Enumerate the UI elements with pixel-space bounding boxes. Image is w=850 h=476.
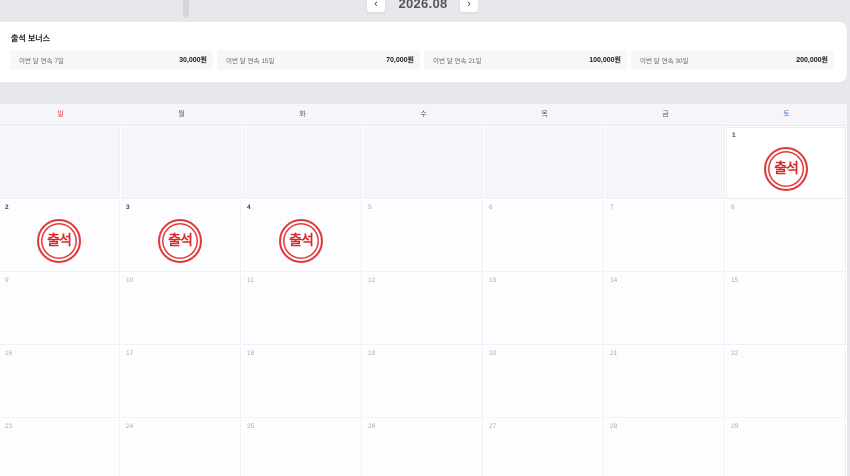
calendar-day-cell: 16: [0, 346, 120, 418]
calendar-empty-cell: [121, 127, 241, 199]
day-number: 14: [610, 277, 618, 284]
day-number: 23: [5, 423, 13, 430]
calendar-day-cell: 9: [0, 273, 120, 345]
calendar-day-cell: 26: [363, 419, 483, 476]
weekday-label: 일: [57, 111, 64, 118]
day-number: 8: [731, 204, 735, 211]
calendar-day-cell: 4 출석: [242, 200, 362, 272]
weekday-label: 화: [299, 111, 306, 118]
month-title: 2026.08: [398, 0, 448, 11]
bonus-item: 이번 달 연속 30일 200,000원: [631, 50, 834, 70]
calendar-day-cell: 20: [484, 346, 604, 418]
day-number: 1: [732, 132, 736, 139]
day-number: 12: [368, 277, 376, 284]
month-navigation: ‹ 2026.08 ›: [0, 0, 850, 14]
calendar-day-cell: 10: [121, 273, 241, 345]
calendar-day-cell: 17: [121, 346, 241, 418]
calendar-day-cell: 29: [726, 419, 846, 476]
calendar-empty-cell: [363, 127, 483, 199]
calendar-empty-cell: [242, 127, 362, 199]
calendar-day-cell: 8: [726, 200, 846, 272]
bonus-label: 이번 달 연속 30일: [640, 58, 689, 65]
attendance-stamp-icon: 출석: [158, 219, 202, 263]
bonus-item: 이번 달 연속 21일 100,000원: [424, 50, 627, 70]
day-number: 2: [5, 204, 9, 211]
bonus-value: 200,000원: [796, 57, 828, 64]
calendar-day-cell: 2 출석: [0, 200, 120, 272]
bonus-value: 100,000원: [589, 57, 621, 64]
day-number: 13: [489, 277, 497, 284]
calendar-day-cell: 12: [363, 273, 483, 345]
day-number: 19: [368, 350, 376, 357]
bonus-item: 이번 달 연속 15일 70,000원: [217, 50, 420, 70]
calendar-day-cell: 23: [0, 419, 120, 476]
calendar-day-cell: 25: [242, 419, 362, 476]
day-number: 20: [489, 350, 497, 357]
calendar-empty-cell: [605, 127, 725, 199]
attendance-stamp-icon: 출석: [37, 219, 81, 263]
day-number: 3: [126, 204, 130, 211]
day-number: 25: [247, 423, 255, 430]
chevron-right-icon: ›: [467, 0, 471, 10]
day-number: 27: [489, 423, 497, 430]
calendar-day-cell: 6: [484, 200, 604, 272]
attendance-stamp-icon: 출석: [764, 147, 808, 191]
bonus-value: 70,000원: [386, 57, 414, 64]
calendar-day-cell: 3 출석: [121, 200, 241, 272]
day-number: 22: [731, 350, 739, 357]
day-number: 28: [610, 423, 618, 430]
calendar-day-cell: 14: [605, 273, 725, 345]
day-number: 16: [5, 350, 13, 357]
day-number: 24: [126, 423, 134, 430]
day-number: 21: [610, 350, 618, 357]
bonus-label: 이번 달 연속 7일: [19, 58, 64, 65]
day-number: 29: [731, 423, 739, 430]
day-number: 10: [126, 277, 134, 284]
prev-month-button[interactable]: ‹: [367, 0, 385, 12]
calendar-day-cell: 18: [242, 346, 362, 418]
calendar-day-cell: 27: [484, 419, 604, 476]
bonus-title: 출석 보너스: [11, 34, 51, 43]
bonus-label: 이번 달 연속 15일: [226, 58, 275, 65]
day-number: 4: [247, 204, 251, 211]
calendar-day-cell: 15: [726, 273, 846, 345]
calendar-day-cell: 5: [363, 200, 483, 272]
attendance-calendar: 일 월 화 수 목 금 토 1 출석 2 출석 3 출석 4 출석 5 6 7 8 9 10 11 12 13 14 15 16 1…: [0, 104, 847, 476]
calendar-empty-cell: [484, 127, 604, 199]
weekday-label: 목: [541, 111, 548, 118]
bonus-label: 이번 달 연속 21일: [433, 58, 482, 65]
calendar-day-cell: 28: [605, 419, 725, 476]
day-number: 6: [489, 204, 493, 211]
calendar-empty-cell: [0, 127, 120, 199]
calendar-day-cell: 24: [121, 419, 241, 476]
weekday-label: 금: [662, 111, 669, 118]
calendar-day-cell: 21: [605, 346, 725, 418]
calendar-day-cell: 22: [726, 346, 846, 418]
attendance-bonus-card: 출석 보너스 이번 달 연속 7일 30,000원 이번 달 연속 15일 70,00…: [0, 22, 847, 82]
bonus-value: 30,000원: [179, 57, 207, 64]
weekday-label: 토: [783, 111, 790, 118]
calendar-day-cell: 19: [363, 346, 483, 418]
bonus-item: 이번 달 연속 7일 30,000원: [10, 50, 213, 70]
attendance-stamp-icon: 출석: [279, 219, 323, 263]
day-number: 15: [731, 277, 739, 284]
calendar-day-cell: 7: [605, 200, 725, 272]
day-number: 17: [126, 350, 134, 357]
day-number: 26: [368, 423, 376, 430]
calendar-day-cell: 1 출석: [726, 127, 846, 199]
day-number: 18: [247, 350, 255, 357]
day-number: 5: [368, 204, 372, 211]
chevron-left-icon: ‹: [374, 0, 378, 10]
weekday-header: 일월화수목금토: [0, 104, 847, 126]
day-number: 9: [5, 277, 9, 284]
weekday-label: 수: [420, 111, 427, 118]
weekday-label: 월: [178, 111, 185, 118]
day-number: 7: [610, 204, 614, 211]
next-month-button[interactable]: ›: [460, 0, 478, 12]
calendar-day-cell: 13: [484, 273, 604, 345]
calendar-day-cell: 11: [242, 273, 362, 345]
day-number: 11: [247, 277, 254, 284]
